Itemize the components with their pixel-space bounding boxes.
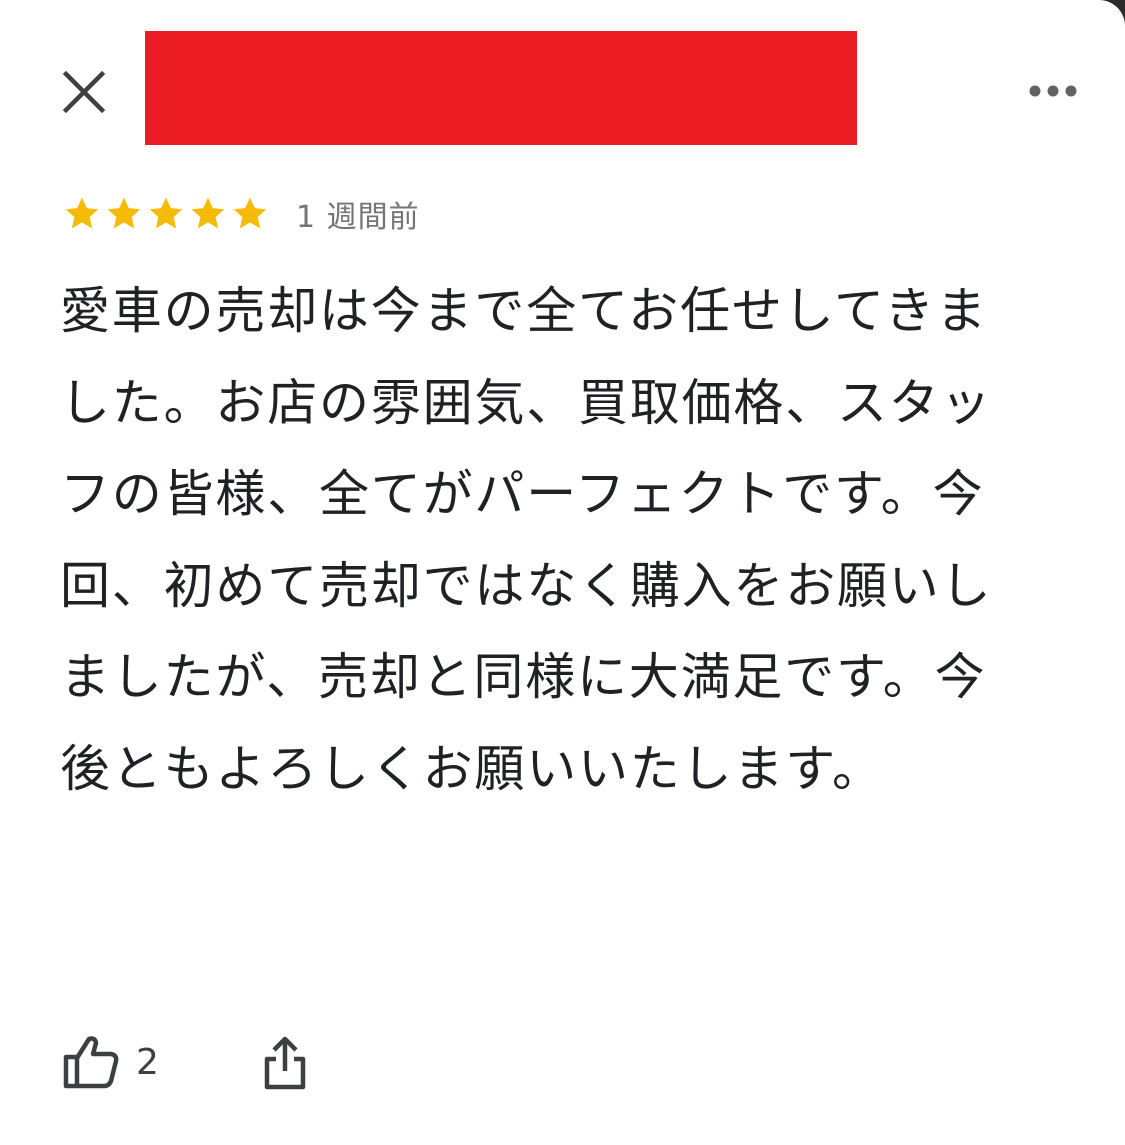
- more-horizontal-icon: [1029, 85, 1077, 97]
- review-text: 愛車の売却は今まで全てお任せしてきました。お店の雰囲気、買取価格、スタッフの皆様…: [60, 282, 993, 798]
- reviewer-name-redacted: [145, 31, 857, 145]
- close-icon: [62, 70, 106, 114]
- share-button[interactable]: [261, 1033, 309, 1091]
- star-icon: [65, 197, 99, 229]
- thumbs-up-icon: [63, 1036, 119, 1089]
- share-icon: [264, 1036, 306, 1090]
- rating-row: 1 週間前: [62, 192, 420, 236]
- star-rating: [62, 194, 270, 234]
- like-button[interactable]: 2: [62, 1033, 159, 1091]
- like-count: 2: [136, 1041, 159, 1083]
- review-time: 1 週間前: [296, 200, 420, 235]
- review-card: 1 週間前 愛車の売却は今まで全てお任せしてきました。お店の雰囲気、買取価格、ス…: [0, 0, 1125, 1145]
- star-icon: [107, 197, 141, 229]
- star-icon: [191, 197, 225, 229]
- more-options-button[interactable]: [1022, 76, 1084, 106]
- close-button[interactable]: [60, 68, 108, 116]
- star-icon: [149, 197, 183, 229]
- star-icon: [233, 197, 267, 229]
- review-actions: 2: [62, 1030, 309, 1094]
